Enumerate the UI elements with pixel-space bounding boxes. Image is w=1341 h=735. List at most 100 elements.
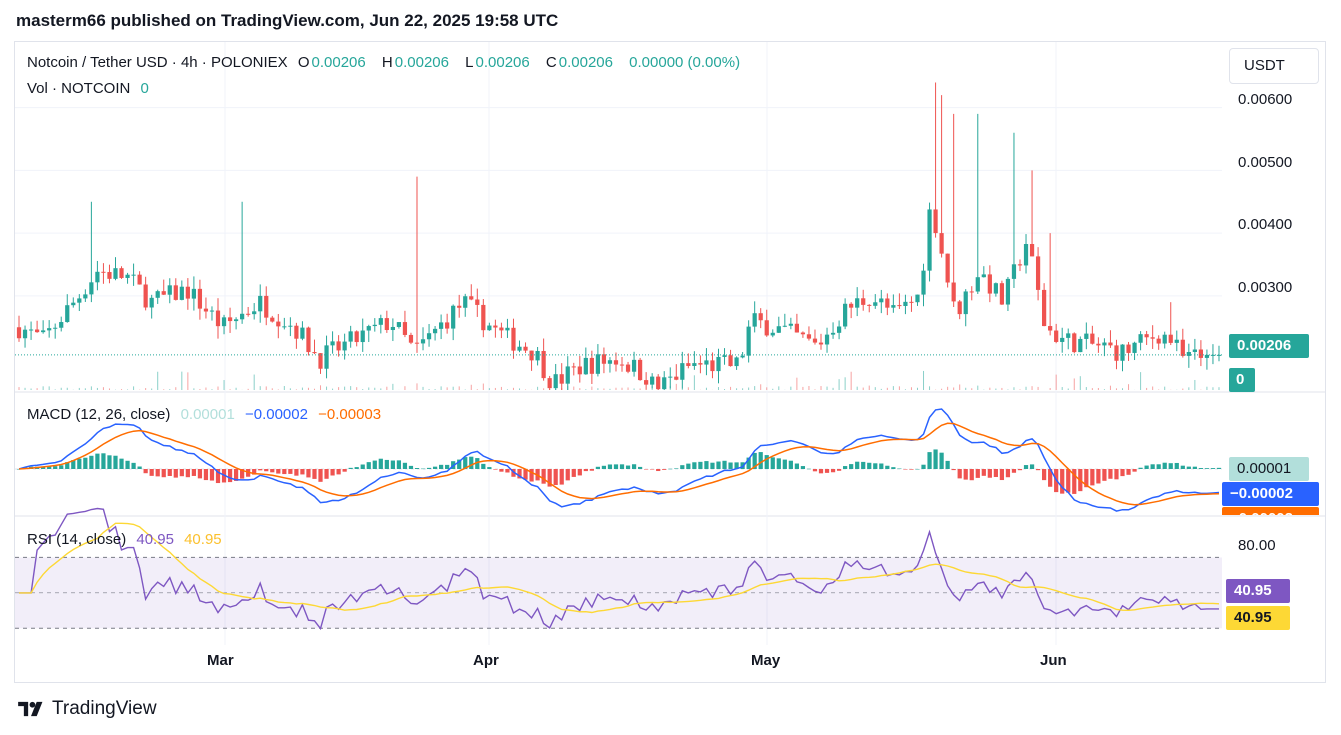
price-tick: 0.00500	[1238, 154, 1293, 171]
macd-hist-bar	[1114, 469, 1119, 480]
volume-bar	[651, 385, 653, 390]
macd-hist-bar	[770, 457, 775, 469]
macd-hist-bar	[915, 468, 920, 470]
volume-bar	[1049, 388, 1051, 390]
candle-body	[535, 350, 540, 361]
macd-hist-bar	[607, 464, 613, 469]
candle-body	[1078, 338, 1083, 353]
macd-hist-bar	[1186, 466, 1191, 469]
candle-body	[553, 374, 558, 389]
volume-bar	[1212, 387, 1214, 390]
volume-bar	[187, 372, 189, 390]
candle-body	[843, 303, 848, 327]
volume-bar	[60, 387, 62, 390]
change-value: 0.00000 (0.00%)	[629, 54, 741, 71]
volume-bar	[476, 389, 478, 390]
candle-body	[1132, 342, 1137, 353]
volume-bar	[525, 389, 527, 390]
macd-hist-bar	[559, 469, 564, 485]
macd-hist-bar	[1066, 469, 1071, 493]
macd-hist-bar	[59, 465, 64, 469]
candle-body	[348, 331, 353, 342]
candle-body	[565, 366, 570, 384]
candle-body	[240, 313, 245, 320]
macd-hist-bar	[173, 469, 178, 478]
volume-bar	[277, 389, 279, 390]
macd-hist-bar	[758, 452, 763, 469]
macd-hist-bar	[571, 469, 576, 477]
candle-body	[282, 326, 287, 328]
volume-bar	[157, 371, 159, 390]
macd-hist-bar	[384, 459, 389, 469]
macd-hist-bar	[191, 469, 196, 476]
chart-canvas[interactable]	[0, 0, 1341, 735]
macd-hist-value: 0.00001	[180, 406, 235, 423]
volume-bar	[368, 387, 370, 390]
volume-bar	[1097, 387, 1099, 390]
volume-bar	[802, 386, 804, 390]
macd-hist-bar	[53, 466, 58, 469]
candle-body	[975, 277, 980, 292]
volume-bar	[253, 374, 255, 390]
candle-body	[698, 363, 703, 365]
candle-body	[1066, 333, 1071, 338]
volume-bar	[1152, 386, 1154, 390]
candle-body	[1192, 349, 1197, 352]
candle-body	[1174, 339, 1179, 343]
macd-hist-bar	[704, 461, 709, 469]
candle-body	[740, 355, 745, 358]
candle-body	[306, 327, 311, 353]
candle-body	[288, 325, 293, 327]
candle-body	[1150, 337, 1155, 339]
volume-bar	[350, 386, 352, 390]
macd-hist-bar	[625, 465, 631, 469]
macd-hist-bar	[1192, 466, 1197, 469]
volume-bar	[133, 386, 135, 390]
candle-body	[41, 330, 46, 333]
candle-body	[252, 311, 257, 315]
macd-hist-bar	[873, 463, 878, 469]
candle-body	[710, 360, 715, 372]
candle-body	[439, 322, 444, 329]
macd-hist-badge: 0.00001	[1229, 457, 1309, 481]
volume-bar	[30, 388, 32, 390]
candle-body	[1096, 343, 1101, 346]
volume-bar	[766, 387, 768, 390]
macd-hist-bar	[1023, 465, 1029, 469]
macd-hist-bar	[95, 453, 100, 469]
candle-body	[475, 299, 480, 305]
volume-bar	[362, 389, 364, 390]
volume-bar	[90, 386, 92, 390]
macd-hist-bar	[583, 469, 588, 472]
candle-body	[28, 329, 34, 331]
volume-bar	[687, 387, 689, 390]
candle-body	[734, 357, 739, 367]
macd-hist-bar	[390, 460, 395, 469]
macd-hist-bar	[197, 469, 203, 479]
candle-body	[619, 364, 625, 366]
low-label: L	[465, 54, 474, 71]
candle-body	[879, 298, 884, 303]
volume-bar	[247, 388, 249, 390]
macd-hist-bar	[420, 468, 426, 470]
macd-hist-bar	[396, 460, 402, 469]
macd-hist-bar	[909, 469, 914, 470]
macd-hist-bar	[999, 469, 1005, 481]
macd-hist-bar	[565, 469, 570, 481]
macd-hist-bar	[312, 469, 317, 479]
macd-hist-bar	[161, 469, 166, 478]
candle-body	[662, 377, 667, 390]
candle-body	[89, 282, 94, 295]
volume-bar	[603, 388, 605, 390]
rsi-pane	[15, 507, 1222, 631]
volume-bar	[446, 387, 448, 390]
macd-title: MACD (12, 26, close)	[27, 406, 171, 423]
candle-body	[113, 268, 118, 279]
volume-bar	[1079, 376, 1081, 390]
volume-bar	[199, 389, 201, 390]
volume-bar	[1103, 389, 1105, 390]
volume-bar	[754, 386, 756, 390]
currency-button[interactable]: USDT	[1229, 48, 1319, 84]
volume-bar	[1025, 386, 1027, 390]
macd-hist-bar	[674, 468, 679, 469]
